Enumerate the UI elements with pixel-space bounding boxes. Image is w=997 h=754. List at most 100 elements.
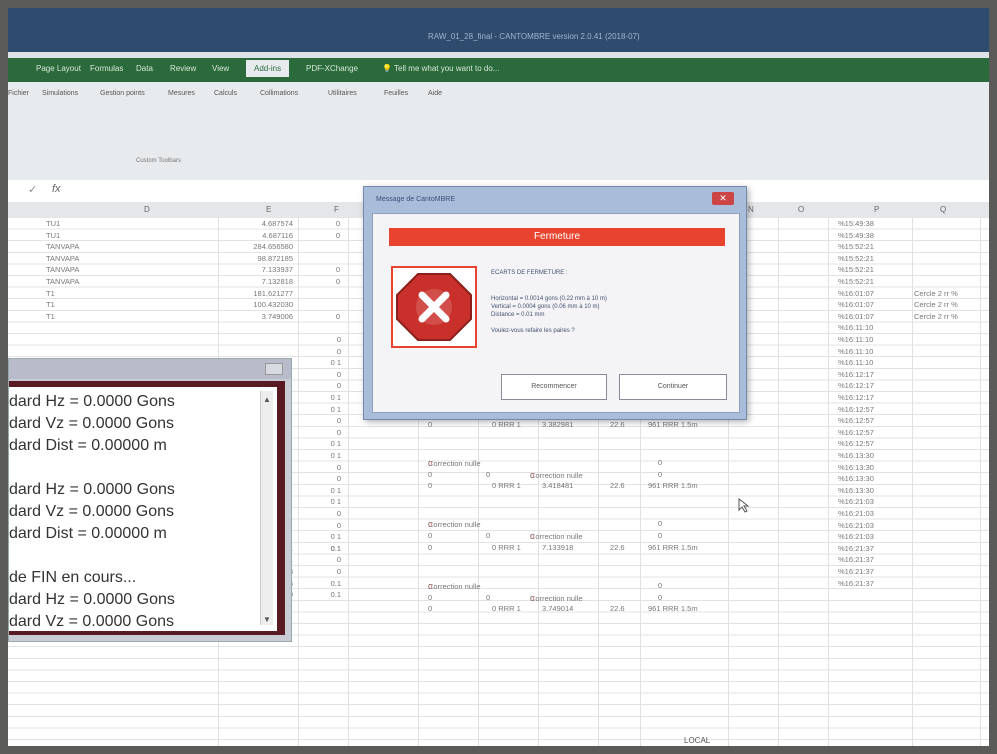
tab-add-ins[interactable]: Add-ins — [246, 60, 290, 77]
cell-f: 0 — [336, 555, 341, 565]
dialog-body: Fermeture ECARTS DE FERMETURE : Horizont… — [372, 213, 740, 413]
log-line: dard Hz = 0.0000 Gons — [9, 393, 175, 410]
cell-q: Cercle 2 rr % — [914, 288, 958, 298]
status-local: LOCAL — [684, 736, 711, 745]
cell-f: 0 1 — [330, 439, 341, 449]
cell-value: 3.418481 — [542, 481, 574, 491]
cell-rrr: 0 RRR 1 — [492, 481, 521, 491]
dialog-line: Distance = 0.01 mm — [491, 312, 545, 318]
cell-n1: 22.6 — [610, 481, 625, 491]
dialog-message: ECARTS DE FERMETURE : Horizontal = 0.001… — [491, 270, 731, 350]
cell-e: 3.749006 — [261, 311, 293, 321]
tab-data[interactable]: Data — [136, 64, 153, 73]
cell-f: 0 — [336, 381, 341, 391]
log-line: dard Dist = 0.00000 m — [9, 437, 167, 454]
log-window[interactable]: dard Hz = 0.0000 Gons dard Vz = 0.0000 Go… — [8, 358, 292, 642]
cell-e: 7.132818 — [261, 277, 293, 286]
cell-q: Cercle 2 rr % — [914, 311, 958, 321]
tab-pdf-xchange[interactable]: PDF-XChange — [306, 64, 358, 73]
window-titlebar: RAW_01_28_final - CANTOMBRE version 2.0.… — [8, 8, 989, 52]
scroll-up-icon[interactable]: ▲ — [261, 395, 273, 407]
cell-zero: 0 — [486, 531, 491, 541]
cell-rrr: 0 RRR 1 — [492, 419, 521, 429]
cell-d: TU1 — [46, 230, 61, 240]
cell-n1: 22.6 — [610, 604, 625, 614]
cell-p: %16:01:07 — [838, 311, 874, 321]
column-header-n[interactable]: N — [748, 205, 754, 214]
cell-f: 0 — [335, 277, 340, 286]
cell-f: 0 — [336, 369, 341, 379]
tab-review[interactable]: Review — [170, 64, 196, 73]
menu-mesures[interactable]: Mesures — [168, 90, 195, 97]
cell-n2: 961 RRR 1.5m — [648, 419, 698, 429]
column-header-d[interactable]: D — [144, 205, 150, 214]
cell-zero: 0 — [428, 469, 433, 479]
cell-f: 0.1 — [330, 543, 341, 553]
cell-f: 0 — [335, 230, 340, 240]
custom-toolbars-label: Custom Toolbars — [136, 158, 181, 164]
dialog-heading: ECARTS DE FERMETURE : — [491, 270, 568, 276]
dialog-close-button[interactable]: ✕ — [712, 192, 734, 205]
column-header-e[interactable]: E — [266, 205, 271, 214]
column-header-f[interactable]: F — [334, 205, 339, 214]
tab-page-layout[interactable]: Page Layout — [36, 64, 81, 73]
cell-n: 0 — [658, 519, 663, 529]
cell-zero: 0 — [428, 604, 433, 614]
tab-view[interactable]: View — [212, 64, 229, 73]
log-close-button[interactable] — [265, 363, 283, 375]
cell-d: T1 — [46, 311, 55, 321]
fx-icon[interactable]: fx — [52, 183, 61, 195]
cell-f: 0 — [335, 311, 340, 321]
log-frame: dard Hz = 0.0000 Gons dard Vz = 0.0000 Go… — [9, 381, 285, 635]
menu-fichier[interactable]: Fichier — [8, 90, 29, 97]
cell-d: TANVAPA — [46, 242, 80, 252]
cell-rrr: 0 RRR 1 — [492, 604, 521, 614]
menu-collimations[interactable]: Collimations — [260, 90, 298, 97]
menu-calculs[interactable]: Calculs — [214, 90, 237, 97]
window-title: RAW_01_28_final - CANTOMBRE version 2.0.… — [428, 32, 640, 41]
log-text-area[interactable]: dard Hz = 0.0000 Gons dard Vz = 0.0000 Go… — [9, 387, 277, 631]
column-header-q[interactable]: Q — [940, 205, 946, 214]
cell-f: 0 — [335, 219, 340, 228]
cell-f: 0 — [336, 567, 341, 576]
cell-f: 0 1 — [330, 497, 341, 507]
lightbulb-icon: 💡 — [382, 64, 392, 73]
menu-utilitaires[interactable]: Utilitaires — [328, 90, 357, 97]
check-icon[interactable]: ✓ — [28, 183, 37, 196]
cell-e: 4.687116 — [262, 230, 293, 240]
continue-button[interactable]: Continuer — [619, 374, 727, 400]
scroll-down-icon[interactable]: ▼ — [261, 615, 273, 627]
menu-simulations[interactable]: Simulations — [42, 90, 78, 97]
screen: RAW_01_28_final - CANTOMBRE version 2.0.… — [8, 8, 989, 746]
cell-p: %15:52:21 — [838, 253, 874, 263]
cell-f: 0.1 — [330, 578, 341, 588]
dialog-line: Vertical = 0.0004 gons (0.06 mm à 10 m) — [491, 304, 600, 310]
tab-formulas[interactable]: Formulas — [90, 64, 123, 73]
column-header-o[interactable]: O — [798, 205, 804, 214]
tell-me-text: Tell me what you want to do... — [394, 64, 500, 73]
closure-dialog[interactable]: Message de CantoMBRE ✕ Fermeture ECARTS … — [363, 186, 747, 420]
cell-n2: 961 RRR 1.5m — [648, 604, 698, 614]
tell-me-search[interactable]: 💡 Tell me what you want to do... — [382, 64, 499, 73]
log-line: dard Hz = 0.0000 Gons — [9, 591, 175, 608]
menu-gestion-points[interactable]: Gestion points — [100, 90, 145, 97]
cell-p: %15:52:21 — [838, 277, 874, 286]
cell-e: 181.621277 — [253, 288, 293, 298]
cell-d: TU1 — [46, 219, 61, 228]
cell-e: 7.133937 — [261, 265, 293, 275]
menu-aide[interactable]: Aide — [428, 90, 442, 97]
cell-e: 98.872185 — [257, 253, 293, 263]
correction-label: Correction nulle — [428, 458, 481, 468]
log-scrollbar[interactable] — [260, 391, 273, 625]
cell-d: T1 — [46, 288, 55, 298]
restart-button[interactable]: Recommencer — [501, 374, 607, 400]
cell-p: %15:49:38 — [838, 230, 874, 240]
cell-f: 0 — [335, 265, 340, 275]
correction-label: Correction nulle — [428, 520, 481, 530]
cell-n: 0 — [658, 531, 663, 541]
column-header-p[interactable]: P — [874, 205, 879, 214]
menu-feuilles[interactable]: Feuilles — [384, 90, 408, 97]
log-line: de FIN en cours... — [9, 569, 137, 586]
cell-f: 0.1 — [330, 590, 341, 600]
log-window-titlebar[interactable] — [9, 359, 291, 379]
